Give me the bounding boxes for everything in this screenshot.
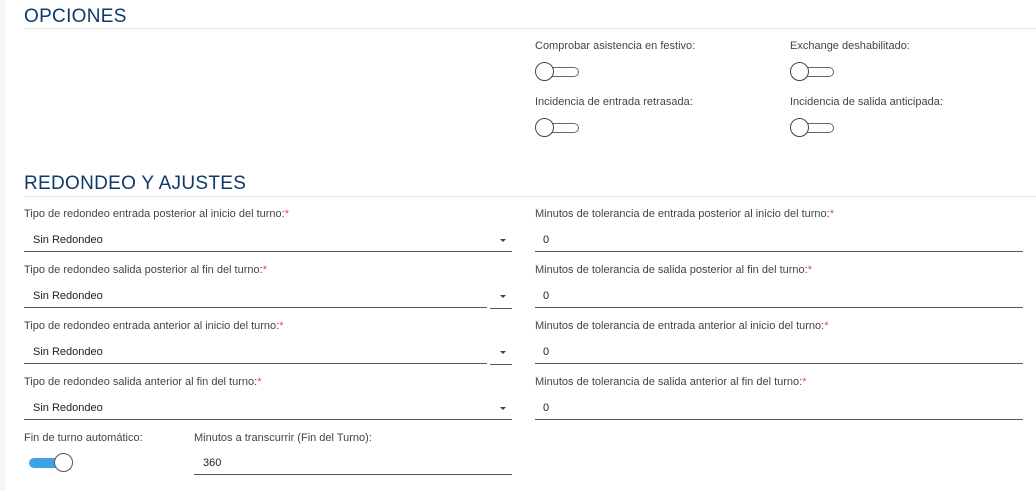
- input-underline: [535, 363, 1023, 364]
- select-underline: [24, 307, 487, 308]
- select-value: Sin Redondeo: [33, 402, 103, 414]
- label-comprobar-festivo: Comprobar asistencia en festivo:: [535, 40, 696, 52]
- label-redondeo-salida-anterior: Tipo de redondeo salida anterior al fin …: [24, 376, 262, 388]
- label-fin-turno-automatico: Fin de turno automático:: [24, 432, 143, 444]
- chevron-down-icon: [500, 239, 506, 242]
- select-underline: [24, 363, 487, 364]
- input-tolerancia-salida-anterior[interactable]: 0: [535, 394, 1023, 421]
- section-title-opciones: OPCIONES: [24, 6, 127, 27]
- label-redondeo-salida-posterior: Tipo de redondeo salida posterior al fin…: [24, 264, 267, 276]
- select-redondeo-salida-anterior[interactable]: Sin Redondeo: [24, 394, 512, 421]
- input-tolerancia-entrada-posterior[interactable]: 0: [535, 226, 1023, 253]
- label-minutos-transcurrir: Minutos a transcurrir (Fin del Turno):: [194, 432, 372, 444]
- toggle-knob: [790, 118, 809, 137]
- input-underline: [535, 419, 1023, 420]
- select-underline-end: [490, 364, 512, 365]
- chevron-down-icon: [500, 351, 506, 354]
- toggle-exchange-deshabilitado[interactable]: [790, 61, 838, 83]
- toggle-comprobar-festivo[interactable]: [535, 61, 583, 83]
- section-divider: [24, 196, 1036, 197]
- select-redondeo-salida-posterior[interactable]: Sin Redondeo: [24, 282, 512, 309]
- toggle-entrada-retrasada[interactable]: [535, 117, 583, 139]
- input-value: 360: [203, 457, 222, 469]
- toggle-fin-turno-automatico[interactable]: [27, 452, 75, 474]
- chevron-down-icon: [500, 295, 506, 298]
- select-underline-end: [490, 308, 512, 309]
- select-value: Sin Redondeo: [33, 346, 103, 358]
- select-redondeo-entrada-posterior[interactable]: Sin Redondeo: [24, 226, 512, 253]
- select-value: Sin Redondeo: [33, 234, 103, 246]
- label-tolerancia-entrada-posterior: Minutos de tolerancia de entrada posteri…: [535, 208, 835, 220]
- label-redondeo-entrada-posterior: Tipo de redondeo entrada posterior al in…: [24, 208, 289, 220]
- label-redondeo-entrada-anterior: Tipo de redondeo entrada anterior al ini…: [24, 320, 284, 332]
- input-value: 0: [543, 234, 550, 246]
- input-value: 0: [543, 402, 550, 414]
- input-underline: [535, 307, 1023, 308]
- chevron-down-icon: [500, 407, 506, 410]
- input-underline: [194, 474, 512, 475]
- toggle-knob: [535, 62, 554, 81]
- section-divider: [24, 28, 1036, 29]
- input-value: 0: [543, 346, 550, 358]
- input-value: 0: [543, 290, 550, 302]
- input-tolerancia-salida-posterior[interactable]: 0: [535, 282, 1023, 309]
- label-tolerancia-entrada-anterior: Minutos de tolerancia de entrada anterio…: [535, 320, 829, 332]
- toggle-knob: [535, 118, 554, 137]
- label-salida-anticipada: Incidencia de salida anticipada:: [790, 96, 943, 108]
- label-entrada-retrasada: Incidencia de entrada retrasada:: [535, 96, 693, 108]
- label-tolerancia-salida-posterior: Minutos de tolerancia de salida posterio…: [535, 264, 812, 276]
- toggle-knob: [54, 453, 73, 472]
- select-redondeo-entrada-anterior[interactable]: Sin Redondeo: [24, 338, 512, 365]
- toggle-knob: [790, 62, 809, 81]
- left-edge-strip: [0, 0, 6, 491]
- label-exchange-deshabilitado: Exchange deshabilitado:: [790, 40, 910, 52]
- select-underline: [24, 251, 512, 252]
- label-tolerancia-salida-anterior: Minutos de tolerancia de salida anterior…: [535, 376, 807, 388]
- input-minutos-transcurrir[interactable]: 360: [194, 449, 512, 476]
- select-underline: [24, 419, 512, 420]
- select-value: Sin Redondeo: [33, 290, 103, 302]
- input-underline: [535, 251, 1023, 252]
- section-title-redondeo: REDONDEO Y AJUSTES: [24, 173, 247, 194]
- toggle-salida-anticipada[interactable]: [790, 117, 838, 139]
- input-tolerancia-entrada-anterior[interactable]: 0: [535, 338, 1023, 365]
